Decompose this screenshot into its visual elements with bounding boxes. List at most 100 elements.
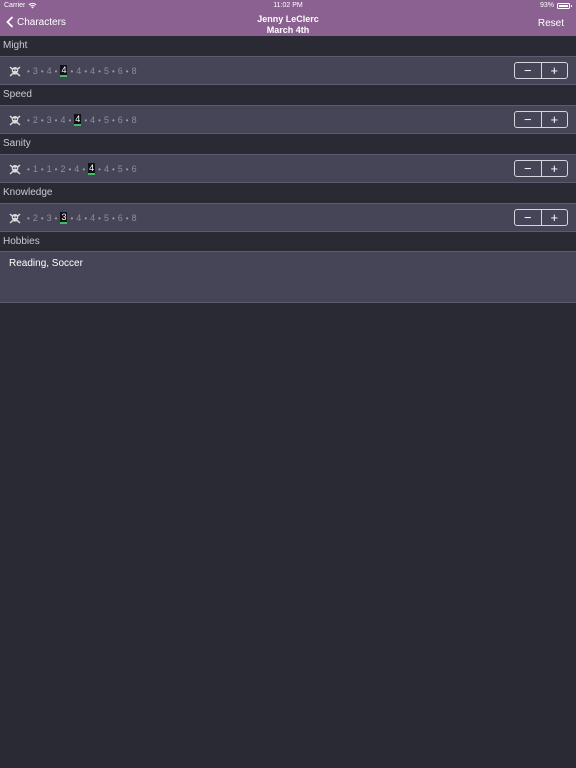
track-separator: • xyxy=(70,66,74,76)
status-time: 11:02 PM xyxy=(273,2,303,9)
trait-row-speed: • 2 • 3 • 4 • 4 • 4 • 5 • 6 • 8 − + xyxy=(0,105,576,134)
track-separator: • xyxy=(54,164,58,174)
track-separator: • xyxy=(125,164,129,174)
track-separator: • xyxy=(111,115,115,125)
trait-row-knowledge: • 2 • 3 • 3 • 4 • 4 • 5 • 6 • 8 − + xyxy=(0,203,576,232)
trait-header-speed: Speed xyxy=(3,89,32,100)
trait-value[interactable]: 8 xyxy=(132,66,137,76)
track-separator: • xyxy=(54,66,58,76)
trait-value[interactable]: 4 xyxy=(60,115,65,125)
skull-crossbones-icon xyxy=(9,65,21,77)
track-separator: • xyxy=(98,164,101,174)
trait-value-current[interactable]: 4 xyxy=(88,163,96,175)
trait-header-knowledge: Knowledge xyxy=(3,187,53,198)
trait-header-sanity: Sanity xyxy=(3,138,31,149)
decrement-button[interactable]: − xyxy=(515,210,542,225)
trait-stepper: − + xyxy=(514,62,568,79)
trait-value[interactable]: 3 xyxy=(47,213,52,223)
trait-value[interactable]: 8 xyxy=(132,115,137,125)
track-separator: • xyxy=(40,115,44,125)
track-separator: • xyxy=(84,115,88,125)
skull-crossbones-icon xyxy=(9,212,21,224)
trait-value[interactable]: 8 xyxy=(132,213,137,223)
trait-value[interactable]: 3 xyxy=(33,66,38,76)
track-separator: • xyxy=(40,164,44,174)
skull-crossbones-icon xyxy=(9,163,21,175)
decrement-button[interactable]: − xyxy=(515,63,542,78)
trait-value[interactable]: 5 xyxy=(104,115,109,125)
track-separator: • xyxy=(54,213,58,223)
increment-button[interactable]: + xyxy=(542,112,568,127)
page-title: Jenny LeClerc March 4th xyxy=(0,14,576,35)
trait-value[interactable]: 2 xyxy=(33,115,38,125)
trait-stepper: − + xyxy=(514,209,568,226)
trait-value[interactable]: 4 xyxy=(90,66,95,76)
track-separator: • xyxy=(98,66,101,76)
trait-track: • 3 • 4 • 4 • 4 • 4 • 5 • 6 • 8 xyxy=(9,65,137,77)
trait-header-might: Might xyxy=(3,40,28,51)
hobbies-field[interactable]: Reading, Soccer xyxy=(0,251,576,303)
trait-value[interactable]: 4 xyxy=(76,213,81,223)
trait-stepper: − + xyxy=(514,111,568,128)
trait-value-current[interactable]: 4 xyxy=(60,65,68,77)
track-separator: • xyxy=(68,164,72,174)
trait-value[interactable]: 4 xyxy=(74,164,79,174)
track-separator: • xyxy=(98,115,101,125)
trait-row-sanity: • 1 • 1 • 2 • 4 • 4 • 4 • 5 • 6− + xyxy=(0,154,576,183)
trait-value[interactable]: 4 xyxy=(104,164,109,174)
track-separator: • xyxy=(70,213,74,223)
track-separator: • xyxy=(40,213,44,223)
trait-value[interactable]: 2 xyxy=(33,213,38,223)
track-separator: • xyxy=(54,115,58,125)
trait-value-current[interactable]: 3 xyxy=(60,212,68,224)
track-separator: • xyxy=(98,213,101,223)
trait-value[interactable]: 6 xyxy=(118,66,123,76)
battery-icon xyxy=(557,2,572,9)
trait-value[interactable]: 1 xyxy=(47,164,52,174)
track-separator: • xyxy=(27,164,30,174)
trait-value[interactable]: 3 xyxy=(47,115,52,125)
track-separator: • xyxy=(111,66,115,76)
increment-button[interactable]: + xyxy=(542,210,568,225)
navigation-bar: Carrier 11:02 PM 93% Characters Jenny Le… xyxy=(0,0,576,36)
track-separator: • xyxy=(84,213,88,223)
track-separator: • xyxy=(111,213,115,223)
character-name: Jenny LeClerc xyxy=(257,14,319,24)
trait-track: • 2 • 3 • 3 • 4 • 4 • 5 • 6 • 8 xyxy=(9,212,137,224)
track-separator: • xyxy=(125,213,129,223)
trait-row-might: • 3 • 4 • 4 • 4 • 4 • 5 • 6 • 8− + xyxy=(0,56,576,85)
trait-value[interactable]: 5 xyxy=(104,213,109,223)
trait-value[interactable]: 5 xyxy=(118,164,123,174)
trait-value[interactable]: 6 xyxy=(118,115,123,125)
reset-button[interactable]: Reset xyxy=(538,18,564,29)
character-birthday: March 4th xyxy=(266,24,310,35)
track-separator: • xyxy=(40,66,44,76)
track-separator: • xyxy=(82,164,86,174)
trait-value[interactable]: 1 xyxy=(33,164,38,174)
decrement-button[interactable]: − xyxy=(515,112,542,127)
increment-button[interactable]: + xyxy=(542,63,568,78)
battery-percent: 93% xyxy=(539,2,554,9)
trait-stepper: − + xyxy=(514,160,568,177)
status-battery: 93% xyxy=(539,2,572,9)
trait-value[interactable]: 4 xyxy=(90,213,95,223)
skull-crossbones-icon xyxy=(9,114,21,126)
trait-track: • 2 • 3 • 4 • 4 • 4 • 5 • 6 • 8 xyxy=(9,114,137,126)
trait-track: • 1 • 1 • 2 • 4 • 4 • 4 • 5 • 6 xyxy=(9,163,137,175)
trait-value[interactable]: 4 xyxy=(90,115,95,125)
track-separator: • xyxy=(125,115,129,125)
trait-value-current[interactable]: 4 xyxy=(74,114,82,126)
track-separator: • xyxy=(27,66,30,76)
track-separator: • xyxy=(125,66,129,76)
track-separator: • xyxy=(111,164,115,174)
trait-value[interactable]: 5 xyxy=(104,66,109,76)
trait-value[interactable]: 6 xyxy=(118,213,123,223)
trait-value[interactable]: 6 xyxy=(132,164,137,174)
decrement-button[interactable]: − xyxy=(515,161,542,176)
track-separator: • xyxy=(84,66,88,76)
trait-value[interactable]: 2 xyxy=(60,164,65,174)
trait-value[interactable]: 4 xyxy=(47,66,52,76)
track-separator: • xyxy=(27,115,30,125)
increment-button[interactable]: + xyxy=(542,161,568,176)
trait-value[interactable]: 4 xyxy=(76,66,81,76)
